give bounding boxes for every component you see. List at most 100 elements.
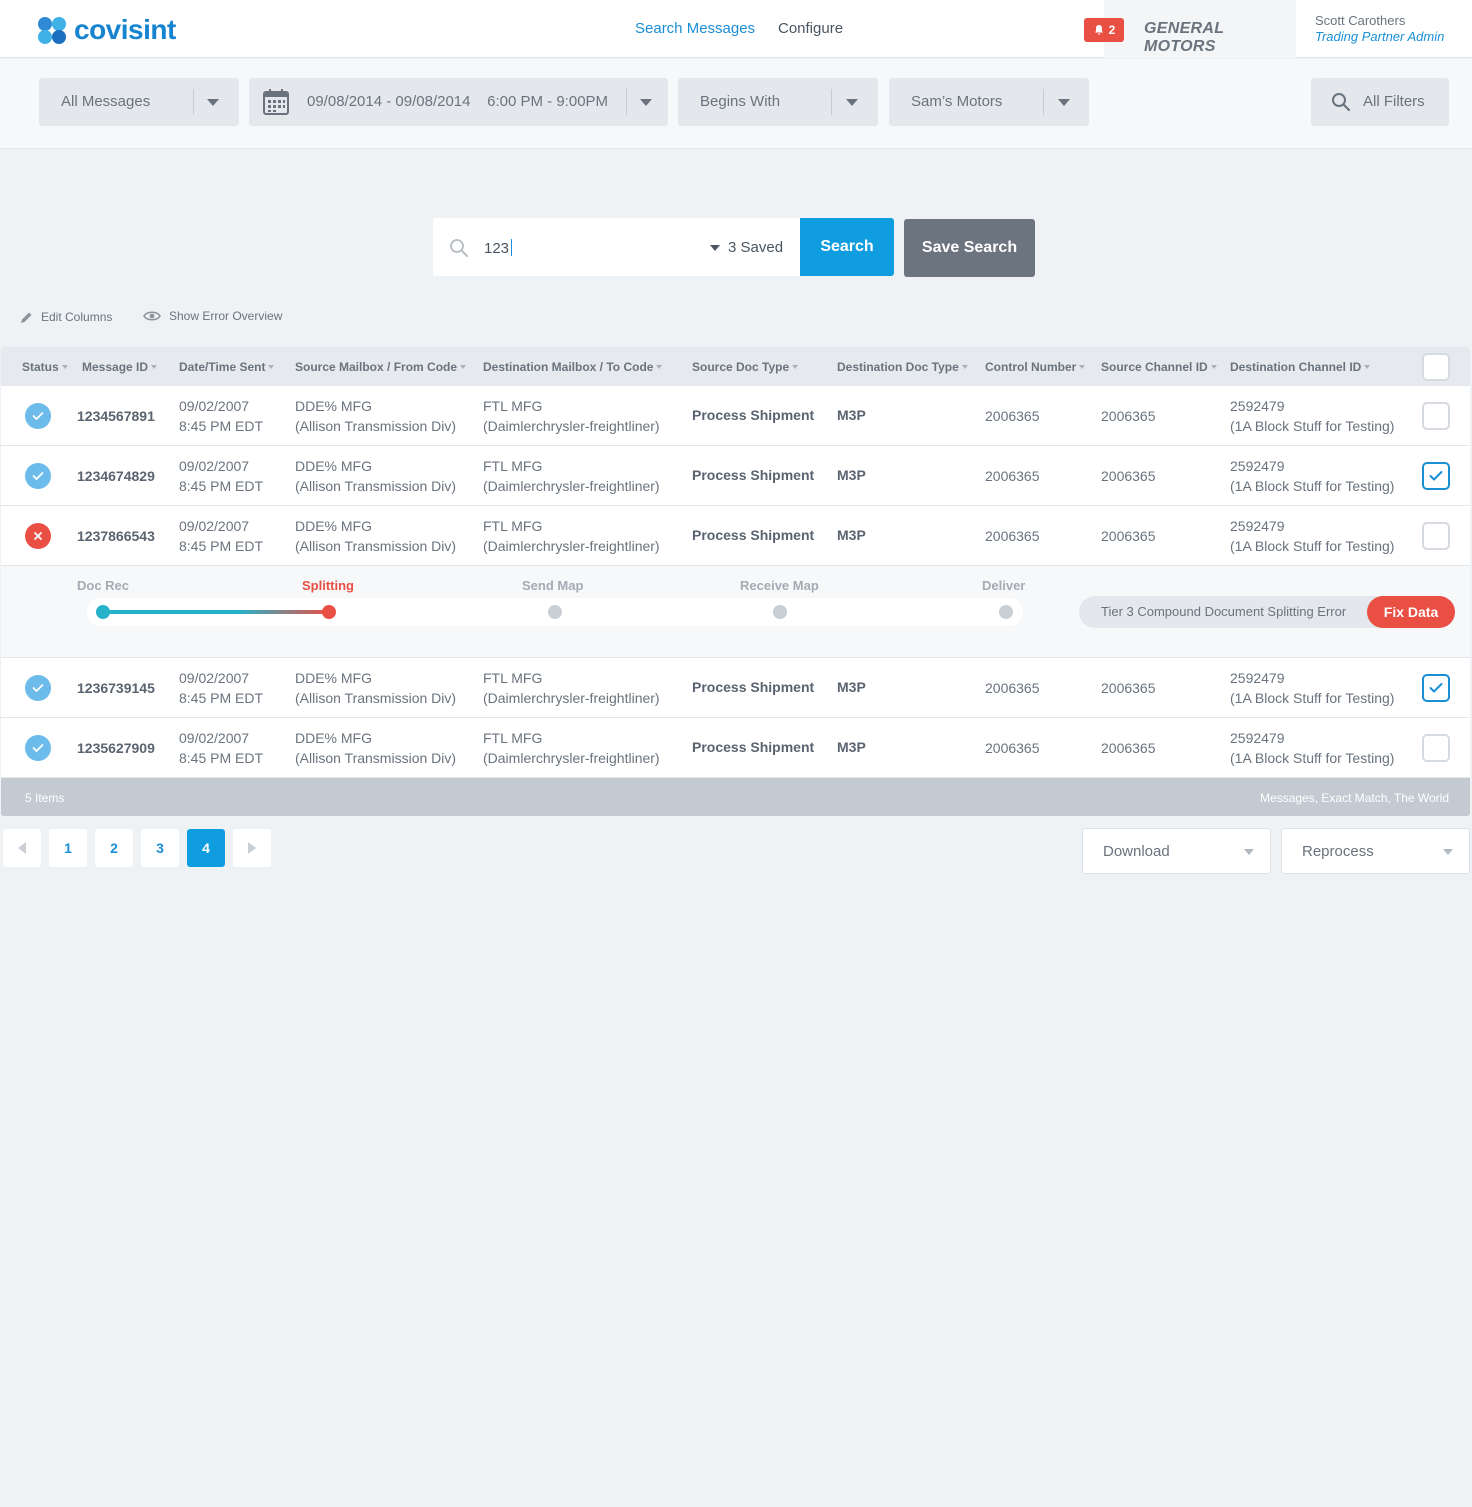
source-doc-type: Process Shipment [692,739,815,755]
row-checkbox[interactable] [1422,734,1450,762]
message-id[interactable]: 1235627909 [77,738,155,758]
reprocess-dropdown[interactable]: Reprocess [1281,828,1470,874]
date-time-sent: 09/02/2007 8:45 PM EDT [179,730,264,766]
bell-icon [1094,25,1103,35]
control-number: 2006365 [985,408,1040,424]
source-channel-id: 2006365 [1101,408,1156,424]
column-header-status[interactable]: Status [22,360,68,374]
covisint-logo[interactable]: covisint [38,14,176,46]
chevron-down-icon [1058,99,1070,106]
source-doc-type: Process Shipment [692,679,815,695]
column-header-date-time[interactable]: Date/Time Sent [179,360,275,374]
destination-mailbox: FTL MFG (Daimlerchrysler-freightliner) [483,730,660,766]
page-1-button[interactable]: 1 [49,829,87,867]
source-channel-id: 2006365 [1101,528,1156,544]
error-message: Tier 3 Compound Document Splitting Error [1101,604,1347,619]
match-mode-select[interactable]: Begins With [678,78,878,126]
control-number: 2006365 [985,468,1040,484]
row-checkbox[interactable] [1422,522,1450,550]
destination-doc-type: M3P [837,407,866,423]
destination-channel-id: 2592479 (1A Block Stuff for Testing) [1230,730,1395,766]
saved-searches-toggle[interactable]: 3 Saved [728,239,783,256]
page-3-button[interactable]: 3 [141,829,179,867]
column-header-message-id[interactable]: Message ID [82,360,158,374]
check-icon [1429,683,1443,693]
source-channel-id: 2006365 [1101,468,1156,484]
source-mailbox: DDE% MFG (Allison Transmission Div) [295,518,457,554]
chevron-left-icon [18,842,26,854]
table-row[interactable]: 1236739145 09/02/2007 8:45 PM EDT DDE% MFG(… [1,658,1470,718]
search-value: 123 [484,239,513,257]
column-header-source-doc-type[interactable]: Source Doc Type [692,360,799,374]
page-2-button[interactable]: 2 [95,829,133,867]
status-indicator [25,523,51,549]
edit-columns-link[interactable]: Edit Columns [20,310,112,324]
message-id[interactable]: 1237866543 [77,526,155,546]
partner-select[interactable]: Sam’s Motors [889,78,1089,126]
control-number: 2006365 [985,740,1040,756]
table-header: Status Message ID Date/Time Sent Source … [1,347,1470,386]
table-body: 1234567891 09/02/2007 8:45 PM EDT DDE% MFG(… [1,386,1470,778]
fix-data-button[interactable]: Fix Data [1367,596,1455,628]
date-time-sent: 09/02/2007 8:45 PM EDT [179,670,264,706]
item-count: 5 Items [25,791,65,805]
message-id[interactable]: 1234674829 [77,466,155,486]
search-icon [1332,93,1351,112]
all-filters-button[interactable]: All Filters [1311,78,1449,126]
user-name[interactable]: Scott Carothers [1315,13,1405,28]
table-row[interactable]: 1235627909 09/02/2007 8:45 PM EDT DDE% MFG(… [1,718,1470,778]
destination-mailbox: FTL MFG (Daimlerchrysler-freightliner) [483,458,660,494]
chevron-down-icon [207,99,219,106]
column-header-destination-doc-type[interactable]: Destination Doc Type [837,360,968,374]
caret-down-icon[interactable] [710,245,720,251]
column-header-source-channel-id[interactable]: Source Channel ID [1101,360,1217,374]
table-row[interactable]: 1237866543 09/02/2007 8:45 PM EDT DDE% MFG(… [1,506,1470,566]
destination-channel-id: 2592479 (1A Block Stuff for Testing) [1230,670,1395,706]
chevron-down-icon [1244,849,1254,855]
column-header-source-mailbox[interactable]: Source Mailbox / From Code [295,360,467,374]
search-button[interactable]: Search [800,218,894,276]
nav-configure[interactable]: Configure [778,20,843,37]
filter-bar: All Messages 09/08/2014 - 09/08/2014 6:0… [0,59,1472,149]
source-channel-id: 2006365 [1101,740,1156,756]
edit-columns-label: Edit Columns [41,310,113,324]
source-channel-id: 2006365 [1101,680,1156,696]
logo-text: covisint [74,14,176,45]
error-pipeline-panel: Doc Rec Splitting Send Map Receive Map Deliv… [1,566,1470,658]
column-header-control-number[interactable]: Control Number [985,360,1086,374]
table-row[interactable]: 1234567891 09/02/2007 8:45 PM EDT DDE% MFG(… [1,386,1470,446]
user-role: Trading Partner Admin [1315,29,1445,44]
notifications-badge[interactable]: 2 [1084,18,1124,42]
source-doc-type: Process Shipment [692,527,815,543]
date-range-value: 09/08/2014 - 09/08/2014 6:00 PM - 9:00PM [307,93,609,110]
row-checkbox[interactable] [1422,402,1450,430]
status-indicator [25,735,51,761]
search-input[interactable]: 123 3 Saved [433,218,800,276]
column-header-destination-mailbox[interactable]: Destination Mailbox / To Code [483,360,663,374]
destination-doc-type: M3P [837,679,866,695]
column-header-destination-channel-id[interactable]: Destination Channel ID [1230,360,1371,374]
nav-search-messages[interactable]: Search Messages [635,20,755,37]
table-row[interactable]: 1234674829 09/02/2007 8:45 PM EDT DDE% MFG(… [1,446,1470,506]
notification-count: 2 [1108,23,1116,37]
next-page-button[interactable] [233,829,271,867]
message-id[interactable]: 1234567891 [77,406,155,426]
chevron-right-icon [248,842,256,854]
success-check-icon [32,472,44,480]
row-checkbox[interactable] [1422,674,1450,702]
show-error-overview-link[interactable]: Show Error Overview [143,309,282,323]
pipeline-stage-label: Deliver [982,578,1026,593]
download-dropdown[interactable]: Download [1082,828,1271,874]
destination-channel-id: 2592479 (1A Block Stuff for Testing) [1230,518,1395,554]
previous-page-button[interactable] [3,829,41,867]
destination-mailbox: FTL MFG (Daimlerchrysler-freightliner) [483,518,660,554]
message-id[interactable]: 1236739145 [77,678,155,698]
destination-doc-type: M3P [837,739,866,755]
date-range-select[interactable]: 09/08/2014 - 09/08/2014 6:00 PM - 9:00PM [249,78,668,126]
pipeline-stage-label: Send Map [522,578,584,593]
page-4-button[interactable]: 4 [187,829,225,867]
save-search-button[interactable]: Save Search [904,219,1035,277]
message-type-select[interactable]: All Messages [39,78,239,126]
row-checkbox[interactable] [1422,462,1450,490]
select-all-checkbox[interactable] [1422,353,1450,381]
